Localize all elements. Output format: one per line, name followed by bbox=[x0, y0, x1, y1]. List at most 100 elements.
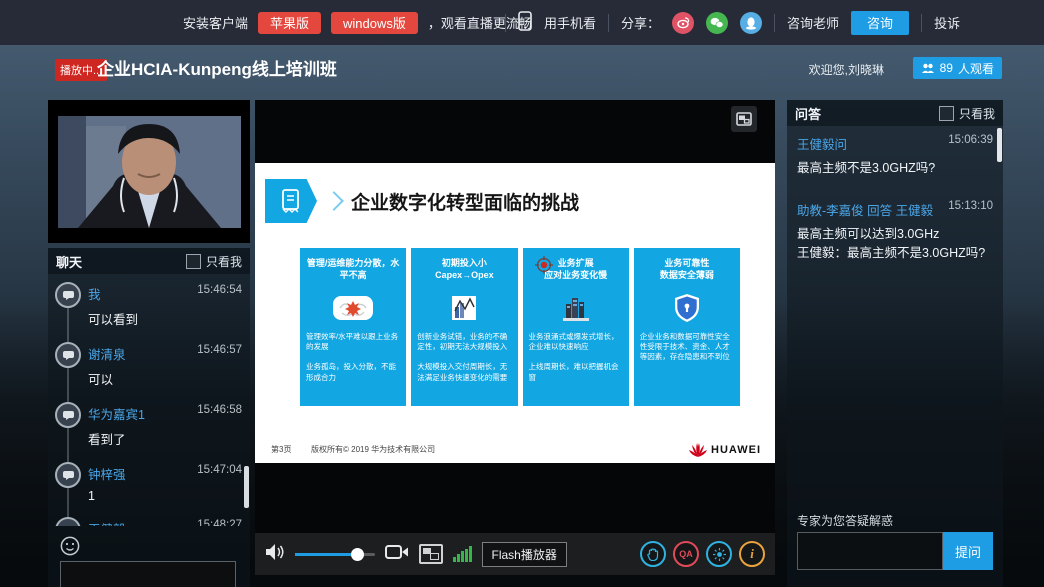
live-classroom-page: 安装客户端 苹果版 windows版 ，观看直播更流畅 用手机看 分享： 咨询老… bbox=[0, 0, 1044, 587]
qa-author: 助教-李嘉俊 回答 王健毅 bbox=[797, 204, 933, 218]
qa-header: 问答 只看我 bbox=[787, 100, 1003, 126]
consult-teacher-label: 咨询老师 bbox=[787, 13, 839, 32]
chat-message: 谢清泉 15:46:57 可以 bbox=[88, 344, 242, 388]
chat-time: 15:46:57 bbox=[197, 344, 242, 356]
chat-bubble-icon bbox=[55, 342, 81, 368]
ask-question-button[interactable]: 提问 bbox=[943, 532, 993, 570]
qa-only-me-label: 只看我 bbox=[959, 105, 995, 122]
apple-version-button[interactable]: 苹果版 bbox=[258, 12, 321, 34]
settings-brightness-button[interactable] bbox=[706, 541, 732, 567]
chat-scrollbar-thumb[interactable] bbox=[244, 466, 249, 508]
card-body: 企业业务和数据可靠性安全性受限于技术、资金、人才等因素，存在隐患和不到位 bbox=[640, 332, 734, 362]
raise-hand-button[interactable] bbox=[640, 541, 666, 567]
share-label: 分享： bbox=[621, 13, 660, 32]
chat-bubble-icon bbox=[55, 517, 81, 526]
question-input[interactable] bbox=[797, 532, 943, 570]
qa-only-me: 只看我 bbox=[939, 105, 995, 122]
chat-text: 看到了 bbox=[88, 429, 242, 448]
consult-button[interactable]: 咨询 bbox=[851, 11, 909, 35]
swap-layout-icon[interactable] bbox=[731, 106, 757, 132]
chat-bubble-icon bbox=[55, 282, 81, 308]
card-expansion: 业务扩展 应对业务变化慢 业务浪涌式或爆发式增长，企业难以快速响应 上线周期长，… bbox=[523, 248, 629, 406]
card-management: 管理/运维能力分散，水平不高 管理效率/水平难以跟上业务的发展 业务孤岛，投入分… bbox=[300, 248, 406, 406]
mobile-watch-link[interactable]: 用手机看 bbox=[544, 13, 596, 32]
chat-header: 聊天 只看我 bbox=[48, 248, 250, 274]
chat-author: 钟梓强 bbox=[88, 468, 126, 482]
chat-only-me-label: 只看我 bbox=[206, 253, 242, 270]
chat-author: 华为嘉宾1 bbox=[88, 408, 145, 422]
chat-only-me: 只看我 bbox=[186, 253, 242, 270]
qa-text: 最高主频可以达到3.0GHz 王健毅：最高主频不是3.0GHZ吗? bbox=[797, 225, 993, 263]
wechat-share-icon[interactable] bbox=[706, 12, 728, 34]
viewers-icon bbox=[921, 63, 935, 74]
chat-message-list[interactable]: 我 15:46:54 可以看到 谢清泉 15:46:57 可以 华为嘉宾1 15… bbox=[48, 274, 250, 526]
top-bar: 安装客户端 苹果版 windows版 ，观看直播更流畅 用手机看 分享： 咨询老… bbox=[0, 0, 1044, 45]
card-body: 管理效率/水平难以跟上业务的发展 业务孤岛，投入分散，不能形成合力 bbox=[306, 332, 400, 383]
camera-icon[interactable] bbox=[385, 544, 409, 565]
qa-text: 最高主频不是3.0GHZ吗? bbox=[797, 159, 993, 178]
qa-message-list[interactable]: 王健毅问 15:06:39 最高主频不是3.0GHZ吗? 助教-李嘉俊 回答 王… bbox=[787, 126, 1003, 292]
qa-panel: 问答 只看我 王健毅问 15:06:39 最高主频不是3.0GHZ吗? 助教-李… bbox=[787, 100, 1003, 587]
qa-only-me-checkbox[interactable] bbox=[939, 106, 954, 121]
volume-knob[interactable] bbox=[351, 548, 364, 561]
target-icon bbox=[535, 256, 553, 279]
signal-strength-icon bbox=[453, 546, 472, 562]
qa-input-row: 提问 bbox=[797, 532, 993, 570]
complaint-link[interactable]: 投诉 bbox=[934, 13, 960, 32]
qa-time: 15:13:10 bbox=[948, 200, 993, 212]
viewers-count: 89 bbox=[940, 61, 953, 75]
qa-title: 问答 bbox=[795, 104, 821, 123]
qa-author: 王健毅问 bbox=[797, 138, 847, 152]
chat-time: 15:47:04 bbox=[197, 464, 242, 476]
divider bbox=[505, 14, 506, 32]
huawei-logo: HUAWEI bbox=[689, 442, 761, 458]
buildings-icon bbox=[529, 288, 623, 328]
capex-chart-icon bbox=[417, 288, 511, 328]
chat-author: 谢清泉 bbox=[88, 348, 126, 362]
chat-message: 华为嘉宾1 15:46:58 看到了 bbox=[88, 404, 242, 448]
pip-swap-icon[interactable] bbox=[419, 544, 443, 564]
chat-input[interactable] bbox=[60, 561, 236, 587]
presentation-player: 企业数字化转型面临的挑战 管理/运维能力分散，水平不高 管理效率/水平难以跟上业… bbox=[255, 100, 775, 575]
speaker-icon[interactable] bbox=[265, 543, 285, 566]
slide-canvas: 企业数字化转型面临的挑战 管理/运维能力分散，水平不高 管理效率/水平难以跟上业… bbox=[255, 163, 775, 463]
security-shield-icon bbox=[640, 288, 734, 328]
qa-message: 助教-李嘉俊 回答 王健毅 15:13:10 最高主频可以达到3.0GHz 王健… bbox=[797, 200, 993, 263]
info-button[interactable]: i bbox=[739, 541, 765, 567]
viewers-label: 人观看 bbox=[958, 60, 994, 77]
card-reliability: 业务可靠性 数据安全薄弱 企业业务和数据可靠性安全性受限于技术、资金、人才等因素… bbox=[634, 248, 740, 406]
qa-scrollbar-thumb[interactable] bbox=[997, 128, 1002, 162]
qa-button[interactable]: QA bbox=[673, 541, 699, 567]
volume-fill bbox=[295, 553, 357, 556]
chat-message: 王健毅 15:48:27 1 bbox=[88, 519, 242, 526]
qa-prompt-label: 专家为您答疑解惑 bbox=[797, 512, 893, 529]
challenge-cards: 管理/运维能力分散，水平不高 管理效率/水平难以跟上业务的发展 业务孤岛，投入分… bbox=[300, 248, 740, 406]
flash-player-label: Flash播放器 bbox=[482, 542, 567, 567]
divider bbox=[774, 14, 775, 32]
chat-only-me-checkbox[interactable] bbox=[186, 254, 201, 269]
qq-share-icon[interactable] bbox=[740, 12, 762, 34]
management-brain-icon bbox=[306, 288, 400, 328]
title-strip: 播放中... 企业HCIA-Kunpeng线上培训班 欢迎您,刘晓琳 89 人观… bbox=[0, 45, 1044, 100]
chat-bubble-icon bbox=[55, 462, 81, 488]
viewers-badge: 89 人观看 bbox=[913, 57, 1002, 79]
volume-slider[interactable] bbox=[295, 553, 375, 556]
chat-time: 15:46:54 bbox=[197, 284, 242, 296]
chat-time: 15:48:27 bbox=[197, 519, 242, 526]
qa-message: 王健毅问 15:06:39 最高主频不是3.0GHZ吗? bbox=[797, 134, 993, 178]
card-body: 创新业务试错，业务的不确定性，初期无法大规模投入 大规模投入交付周期长，无法满足… bbox=[417, 332, 511, 383]
weibo-share-icon[interactable] bbox=[672, 12, 694, 34]
emoji-icon[interactable] bbox=[60, 536, 80, 556]
welcome-text: 欢迎您,刘晓琳 bbox=[809, 61, 884, 78]
windows-version-button[interactable]: windows版 bbox=[331, 12, 418, 34]
page-title: 企业HCIA-Kunpeng线上培训班 bbox=[97, 55, 337, 80]
slide-page-number: 第3页 bbox=[271, 444, 291, 455]
slide-copyright: 版权所有© 2019 华为技术有限公司 bbox=[311, 444, 435, 455]
chat-panel: 聊天 只看我 我 15:46:54 可以看到 谢清泉 15:46:57 可以 华… bbox=[48, 248, 250, 587]
chat-bubble-icon bbox=[55, 402, 81, 428]
huawei-flower-icon bbox=[689, 442, 707, 458]
card-title: 业务可靠性 数据安全薄弱 bbox=[640, 258, 734, 282]
chat-time: 15:46:58 bbox=[197, 404, 242, 416]
chat-message: 我 15:46:54 可以看到 bbox=[88, 284, 242, 328]
chat-title: 聊天 bbox=[56, 252, 82, 271]
